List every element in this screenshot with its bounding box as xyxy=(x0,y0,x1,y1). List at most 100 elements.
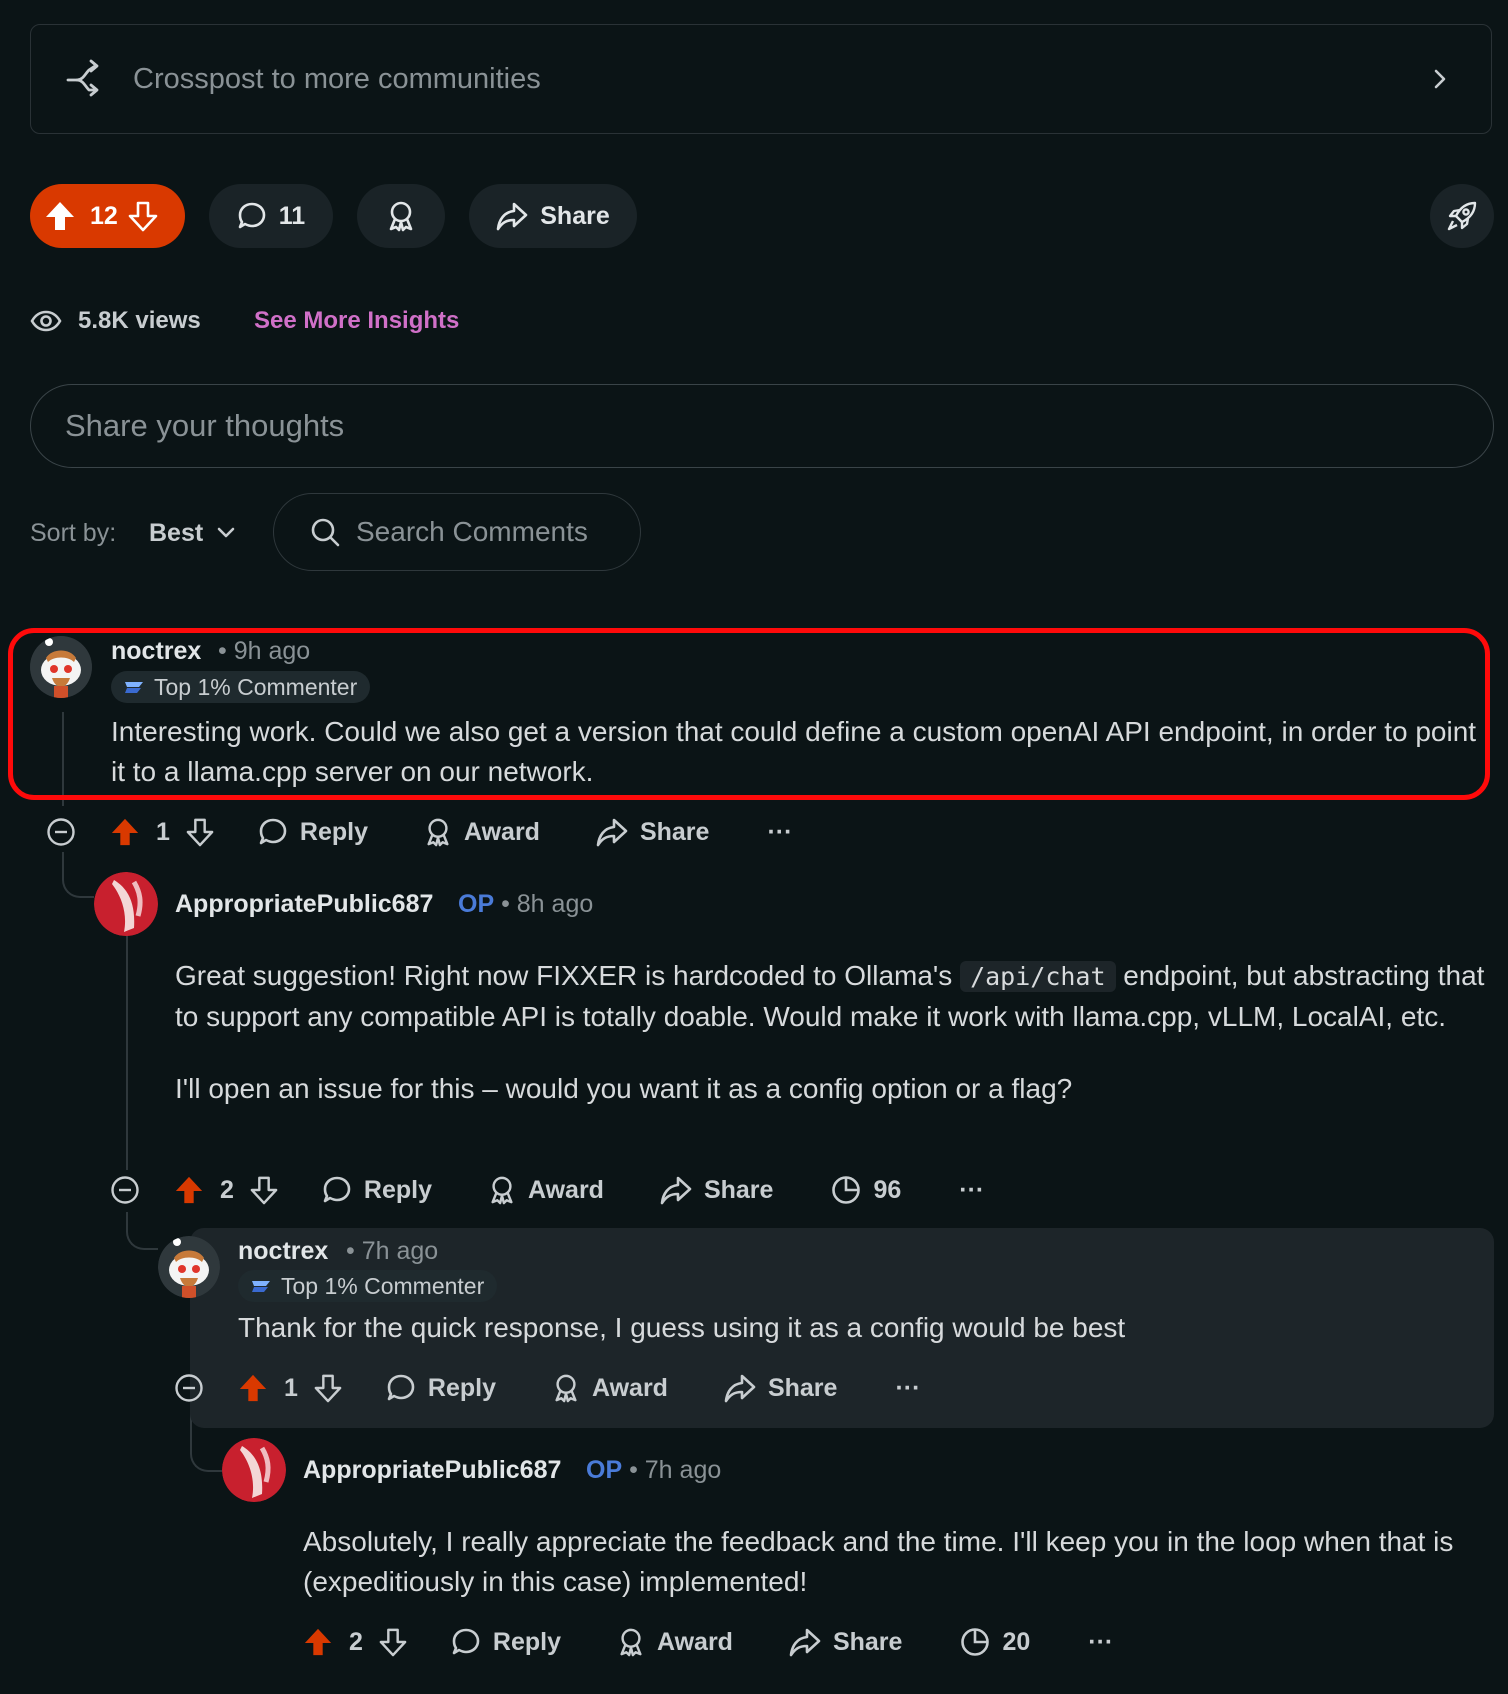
comment-meta: OP • 7h ago xyxy=(586,1456,722,1484)
reply-label: Reply xyxy=(363,1175,432,1204)
upvote-icon[interactable] xyxy=(238,1373,268,1403)
chevron-right-icon xyxy=(1434,69,1446,89)
highlight-box xyxy=(8,628,1490,800)
sort-label: Sort by: xyxy=(30,519,117,547)
pie-chart-icon xyxy=(832,1176,861,1204)
avatar[interactable] xyxy=(222,1438,286,1502)
flair-icon xyxy=(252,1281,270,1292)
thread-connector xyxy=(126,1212,158,1250)
comment-body: Thank for the quick response, I guess us… xyxy=(238,1312,1126,1343)
upvote-icon[interactable] xyxy=(44,200,76,232)
downvote-icon[interactable] xyxy=(186,817,214,847)
downvote-icon[interactable] xyxy=(128,200,158,232)
snoo-avatar-image xyxy=(158,1236,220,1298)
share-button[interactable]: Share xyxy=(724,1373,837,1403)
comment-score: 2 xyxy=(349,1627,363,1656)
downvote-icon[interactable] xyxy=(314,1373,342,1403)
comment-icon xyxy=(259,818,287,845)
comment-score: 2 xyxy=(220,1175,234,1204)
share-label: Share xyxy=(540,201,610,230)
more-options-icon[interactable]: ··· xyxy=(767,818,792,847)
search-icon xyxy=(311,518,340,547)
reply-button[interactable]: Reply xyxy=(451,1627,561,1657)
award-icon xyxy=(555,1374,577,1403)
share-label: Share xyxy=(703,1175,774,1204)
user-avatar-image xyxy=(222,1438,286,1502)
award-button[interactable] xyxy=(357,184,445,248)
sort-dropdown[interactable]: Best xyxy=(149,516,235,550)
award-label: Award xyxy=(657,1627,733,1656)
more-options-icon[interactable]: ··· xyxy=(959,1176,984,1205)
see-more-insights-link[interactable]: See More Insights xyxy=(254,304,459,338)
user-flair: Top 1% Commenter xyxy=(238,1270,498,1302)
upvote-icon[interactable] xyxy=(303,1627,333,1657)
chevron-down-icon xyxy=(217,527,235,538)
comment-actions: 2 Reply Award Share 20 ··· xyxy=(303,1622,1113,1662)
op-badge: OP xyxy=(458,890,495,918)
comment-meta: OP • 8h ago xyxy=(458,890,594,918)
more-options-icon[interactable]: ··· xyxy=(895,1374,920,1403)
share-button[interactable]: Share xyxy=(789,1627,902,1657)
comment-author[interactable]: AppropriatePublic687 xyxy=(303,1453,561,1487)
comments-button[interactable]: 11 xyxy=(209,184,333,248)
share-icon xyxy=(789,1628,821,1657)
post-score: 12 xyxy=(90,201,118,230)
comment-meta: • 7h ago xyxy=(346,1237,439,1265)
comment-body: Great suggestion! Right now FIXXER is ha… xyxy=(175,956,1485,1109)
share-icon xyxy=(496,202,528,231)
comment-author[interactable]: noctrex xyxy=(238,1234,328,1268)
insights-stat[interactable]: 96 xyxy=(831,1175,901,1205)
share-button[interactable]: Share xyxy=(596,817,709,847)
downvote-icon[interactable] xyxy=(250,1175,278,1205)
award-button[interactable]: Award xyxy=(424,817,540,847)
comment-icon xyxy=(323,1176,351,1203)
share-label: Share xyxy=(767,1373,838,1402)
pie-chart-icon xyxy=(961,1628,990,1656)
award-button[interactable]: Award xyxy=(617,1627,733,1657)
comment-text: Great suggestion! Right now FIXXER is ha… xyxy=(175,960,961,991)
reply-label: Reply xyxy=(492,1627,561,1656)
boost-button[interactable] xyxy=(1430,184,1494,248)
inline-code: /api/chat xyxy=(960,961,1116,992)
share-button[interactable]: Share xyxy=(660,1175,773,1205)
share-button[interactable]: Share xyxy=(469,184,637,248)
rocket-icon xyxy=(1447,201,1477,231)
upvote-icon[interactable] xyxy=(110,817,140,847)
composer-placeholder: Share your thoughts xyxy=(65,408,345,443)
comment-score: 1 xyxy=(284,1373,298,1402)
search-comments-input[interactable]: Search Comments xyxy=(273,493,641,571)
reply-label: Reply xyxy=(427,1373,496,1402)
crosspost-label: Crosspost to more communities xyxy=(133,62,541,95)
avatar[interactable] xyxy=(94,872,158,936)
comment-actions: 1 Reply Award Share ··· xyxy=(174,1368,920,1408)
comment-time: 8h ago xyxy=(516,890,594,918)
award-label: Award xyxy=(528,1175,604,1204)
collapse-icon[interactable] xyxy=(110,1175,140,1205)
share-icon xyxy=(724,1374,756,1403)
award-button[interactable]: Award xyxy=(488,1175,604,1205)
award-icon xyxy=(427,818,449,847)
reply-button[interactable]: Reply xyxy=(258,817,368,847)
comments-count: 11 xyxy=(278,201,306,230)
sort-value: Best xyxy=(149,519,204,547)
upvote-icon[interactable] xyxy=(174,1175,204,1205)
collapse-icon[interactable] xyxy=(174,1373,204,1403)
comment-text: I'll open an issue for this – would you … xyxy=(175,1073,1073,1104)
crosspost-bar[interactable]: Crosspost to more communities xyxy=(30,24,1492,134)
comment-body: Absolutely, I really appreciate the feed… xyxy=(303,1526,1454,1597)
comment-author[interactable]: AppropriatePublic687 xyxy=(175,887,433,921)
comment-composer[interactable]: Share your thoughts xyxy=(30,384,1494,468)
comment-icon xyxy=(238,202,266,229)
avatar[interactable] xyxy=(158,1236,220,1298)
flair-label: Top 1% Commenter xyxy=(281,1272,485,1299)
insights-stat[interactable]: 20 xyxy=(960,1627,1030,1657)
reply-button[interactable]: Reply xyxy=(386,1373,496,1403)
post-vote-control: 12 xyxy=(30,184,185,248)
award-button[interactable]: Award xyxy=(552,1373,668,1403)
downvote-icon[interactable] xyxy=(379,1627,407,1657)
reply-button[interactable]: Reply xyxy=(322,1175,432,1205)
collapse-icon[interactable] xyxy=(46,817,76,847)
more-options-icon[interactable]: ··· xyxy=(1088,1628,1113,1657)
views-stat: 5.8K views xyxy=(30,304,201,338)
user-avatar-image xyxy=(94,872,158,936)
